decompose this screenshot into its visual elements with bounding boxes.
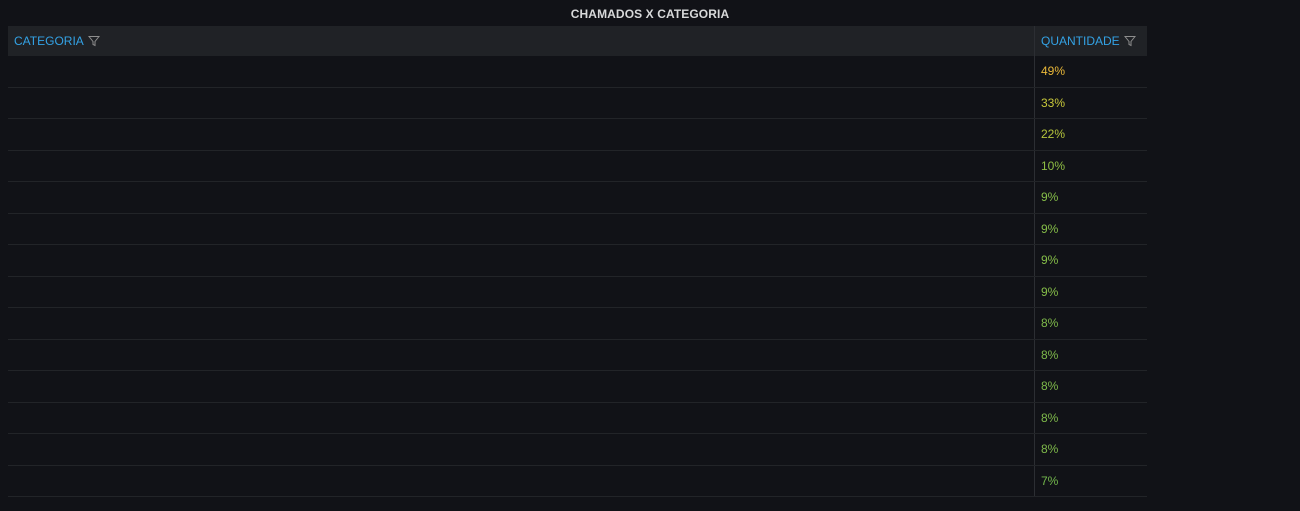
cell-quantidade: 49%	[1034, 56, 1147, 87]
cell-quantidade: 9%	[1034, 182, 1147, 213]
table-header: CATEGORIA QUANTIDADE	[8, 26, 1147, 56]
table-row: 22%	[8, 119, 1147, 151]
table-row: 8%	[8, 339, 1147, 371]
column-header-quantidade[interactable]: QUANTIDADE	[1034, 26, 1147, 56]
cell-categoria	[8, 214, 1034, 245]
cell-categoria	[8, 466, 1034, 497]
cell-categoria	[8, 119, 1034, 150]
table-panel: CHAMADOS X CATEGORIA CATEGORIA QUANTIDAD…	[0, 0, 1300, 511]
panel-title: CHAMADOS X CATEGORIA	[570, 7, 730, 21]
cell-categoria	[8, 245, 1034, 276]
table-row: 9%	[8, 213, 1147, 245]
cell-categoria	[8, 371, 1034, 402]
data-table: CATEGORIA QUANTIDADE 49% 33% 22% 10% 9% 9% 9% 9…	[8, 26, 1147, 497]
cell-categoria	[8, 308, 1034, 339]
cell-categoria	[8, 403, 1034, 434]
filter-icon[interactable]	[1123, 35, 1136, 47]
table-row: 10%	[8, 150, 1147, 182]
cell-quantidade: 22%	[1034, 119, 1147, 150]
table-row: 49%	[8, 56, 1147, 88]
cell-quantidade: 33%	[1034, 87, 1147, 118]
cell-quantidade: 7%	[1034, 465, 1147, 496]
cell-quantidade: 9%	[1034, 213, 1147, 244]
cell-categoria	[8, 434, 1034, 465]
cell-categoria	[8, 340, 1034, 371]
table-row: 8%	[8, 402, 1147, 434]
table-row: 33%	[8, 87, 1147, 119]
table-row: 7%	[8, 465, 1147, 497]
cell-quantidade: 9%	[1034, 245, 1147, 276]
table-row: 9%	[8, 245, 1147, 277]
table-row: 9%	[8, 182, 1147, 214]
cell-categoria	[8, 182, 1034, 213]
cell-categoria	[8, 56, 1034, 87]
cell-quantidade: 10%	[1034, 150, 1147, 181]
cell-quantidade: 8%	[1034, 308, 1147, 339]
table-row: 8%	[8, 371, 1147, 403]
column-header-label: QUANTIDADE	[1041, 34, 1120, 48]
column-header-label: CATEGORIA	[14, 34, 84, 48]
cell-quantidade: 9%	[1034, 276, 1147, 307]
cell-categoria	[8, 88, 1034, 119]
filter-icon[interactable]	[87, 35, 100, 47]
cell-quantidade: 8%	[1034, 339, 1147, 370]
cell-quantidade: 8%	[1034, 402, 1147, 433]
table-row: 8%	[8, 434, 1147, 466]
cell-categoria	[8, 277, 1034, 308]
cell-quantidade: 8%	[1034, 371, 1147, 402]
table-row: 9%	[8, 276, 1147, 308]
cell-categoria	[8, 151, 1034, 182]
table-body: 49% 33% 22% 10% 9% 9% 9% 9% 8% 8% 8% 8% 8% 7%	[8, 56, 1147, 497]
cell-quantidade: 8%	[1034, 434, 1147, 465]
table-row: 8%	[8, 308, 1147, 340]
column-header-categoria[interactable]: CATEGORIA	[8, 26, 1034, 56]
